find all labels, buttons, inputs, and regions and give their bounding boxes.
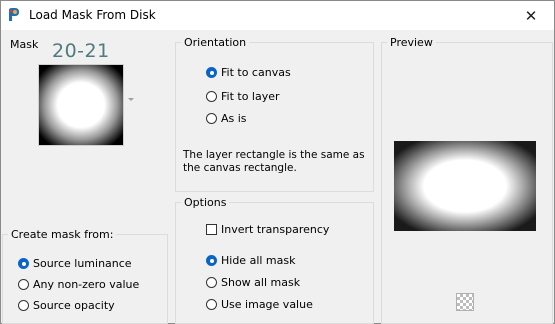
- radio-label: Fit to canvas: [221, 66, 291, 79]
- window-title: Load Mask From Disk: [29, 8, 156, 22]
- transparency-checker-icon[interactable]: [456, 293, 474, 311]
- close-button[interactable]: ✕: [508, 1, 554, 30]
- radio-button[interactable]: [206, 299, 217, 310]
- chevron-down-icon[interactable]: [128, 98, 134, 101]
- orientation-label: Orientation: [184, 36, 247, 49]
- radio-as-is[interactable]: As is: [206, 112, 247, 125]
- preview-image: [394, 141, 536, 231]
- radio-source-luminance[interactable]: Source luminance: [18, 257, 132, 270]
- radio-label: Any non-zero value: [33, 278, 140, 291]
- radio-label: Hide all mask: [221, 254, 296, 267]
- radio-source-opacity[interactable]: Source opacity: [18, 299, 115, 312]
- invert-transparency-checkbox[interactable]: Invert transparency: [206, 223, 329, 236]
- radio-label: Fit to layer: [221, 90, 280, 103]
- radio-button[interactable]: [18, 300, 29, 311]
- radio-use-image-value[interactable]: Use image value: [206, 298, 313, 311]
- create-mask-from-label: Create mask from:: [11, 228, 114, 241]
- options-label: Options: [184, 196, 227, 209]
- radio-show-all-mask[interactable]: Show all mask: [206, 276, 300, 289]
- radio-label: Use image value: [221, 298, 313, 311]
- radio-label: As is: [221, 112, 247, 125]
- preview-label: Preview: [390, 36, 433, 49]
- radio-button[interactable]: [206, 277, 217, 288]
- radio-label: Source luminance: [33, 257, 132, 270]
- radio-label: Show all mask: [221, 276, 301, 289]
- checkbox[interactable]: [206, 224, 217, 235]
- title-bar: Load Mask From Disk ✕: [1, 1, 554, 30]
- app-icon: [7, 7, 21, 23]
- radio-fit-to-layer[interactable]: Fit to layer: [206, 90, 280, 103]
- orientation-info-text: The layer rectangle is the same as the c…: [183, 149, 365, 174]
- radio-any-non-zero[interactable]: Any non-zero value: [18, 278, 139, 291]
- radio-label: Source opacity: [33, 299, 115, 312]
- radio-button[interactable]: [206, 67, 217, 78]
- radio-fit-to-canvas[interactable]: Fit to canvas: [206, 66, 291, 79]
- radio-button[interactable]: [206, 113, 217, 124]
- radio-button[interactable]: [206, 91, 217, 102]
- mask-name-label: 20-21: [52, 40, 110, 62]
- mask-label: Mask: [10, 38, 39, 51]
- radio-hide-all-mask[interactable]: Hide all mask: [206, 254, 295, 267]
- checkbox-label: Invert transparency: [221, 223, 330, 236]
- radio-button[interactable]: [206, 255, 217, 266]
- mask-thumbnail[interactable]: [38, 64, 124, 146]
- radio-button[interactable]: [18, 279, 29, 290]
- close-icon: ✕: [524, 6, 538, 25]
- radio-button[interactable]: [18, 258, 29, 269]
